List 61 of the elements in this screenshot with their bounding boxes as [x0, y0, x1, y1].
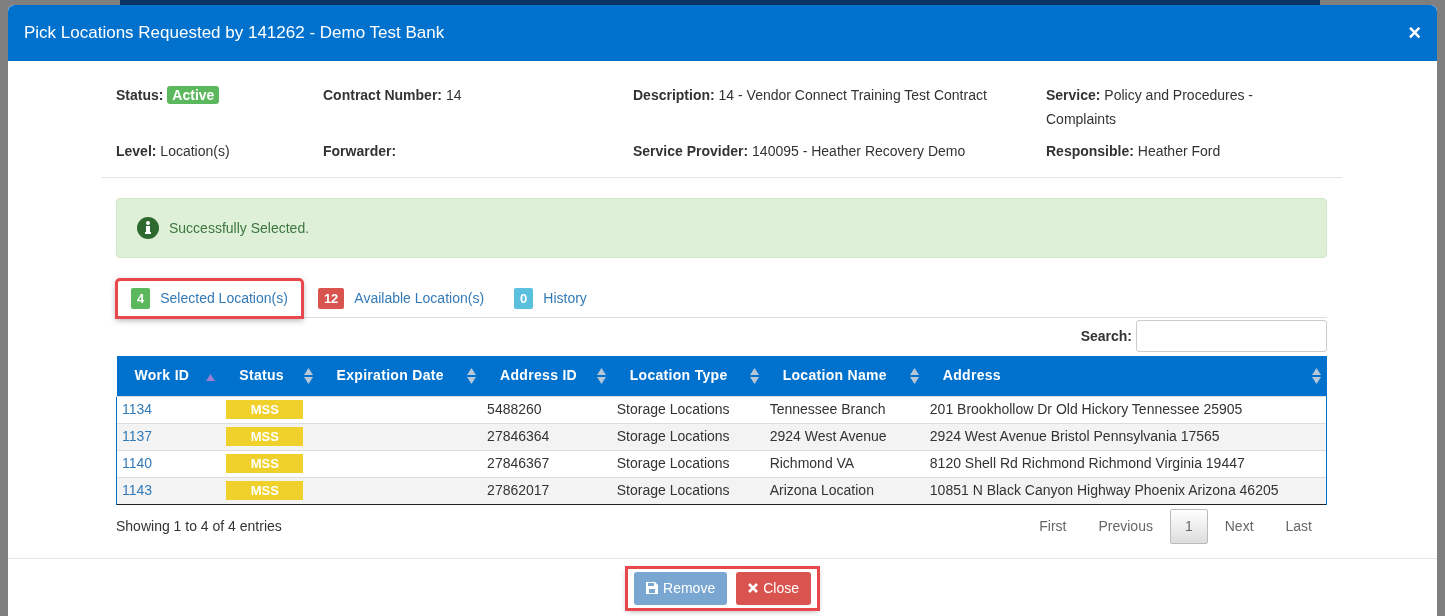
table-cell: 2924 West Avenue Bristol Pennsylvania 17565 — [929, 428, 1220, 444]
column-header[interactable]: Status — [221, 356, 319, 396]
work-id-link[interactable]: 1143 — [122, 482, 153, 498]
status-badge: Active — [167, 86, 220, 104]
tab[interactable]: 12 Available Location(s) — [302, 278, 500, 318]
table-cell: 201 Brookhollow Dr Old Hickory Tennessee 25905 — [929, 401, 1243, 417]
detail-field: Service: Policy and Procedures - Complaints — [1046, 83, 1306, 131]
detail-field: Service Provider: 140095 - Heather Recovery Demo — [633, 139, 1046, 163]
status-badge: MSS — [226, 481, 304, 500]
table-cell: 10851 N Black Canyon Highway Phoenix Arizona 46205 — [929, 482, 1279, 498]
count-badge: 12 — [317, 287, 345, 309]
column-header[interactable]: Location Type — [611, 356, 765, 396]
close-button[interactable]: × — [1408, 22, 1421, 44]
page-button[interactable]: 1 — [1169, 508, 1208, 544]
status-badge: MSS — [226, 427, 304, 446]
modal-title: Pick Locations Requested by 141262 - Demo Test Bank — [24, 22, 445, 45]
tab[interactable]: 0 History — [499, 278, 602, 318]
detail-field: Responsible: Heather Ford — [1046, 139, 1306, 163]
table-cell: 5488260 — [487, 401, 542, 417]
work-id-link[interactable]: 1134 — [122, 401, 153, 417]
close-icon — [748, 583, 759, 593]
column-header[interactable]: Location Name — [764, 356, 925, 396]
count-badge: 0 — [514, 287, 534, 309]
table-cell: Storage Locations — [616, 482, 730, 498]
tab[interactable]: 4 Selected Location(s) — [116, 278, 303, 318]
page-button[interactable]: Previous — [1083, 508, 1168, 544]
status-badge: MSS — [226, 400, 304, 419]
detail-field: Level: Location(s) — [116, 139, 323, 163]
close-button[interactable]: Close — [736, 571, 811, 605]
search-label: Search: — [1080, 326, 1132, 346]
table-cell: Storage Locations — [616, 455, 730, 471]
table-cell: 27862017 — [487, 482, 550, 498]
detail-field: Forwarder: — [323, 139, 633, 163]
table-cell: Arizona Location — [769, 482, 874, 498]
count-badge: 4 — [131, 287, 151, 309]
column-header[interactable]: Address ID — [482, 356, 612, 396]
table-cell: 27846367 — [487, 455, 550, 471]
page-button[interactable]: First — [1024, 508, 1082, 544]
work-id-link[interactable]: 1140 — [122, 455, 153, 471]
info-icon — [137, 217, 159, 239]
column-header[interactable]: Address — [924, 356, 1327, 396]
table-cell: 27846364 — [487, 428, 550, 444]
page-button[interactable]: Last — [1270, 508, 1327, 544]
search-field[interactable] — [1136, 320, 1327, 352]
table-cell: Tennessee Branch — [769, 401, 886, 417]
table-cell: Storage Locations — [616, 428, 730, 444]
remove-button[interactable]: Remove — [634, 571, 728, 605]
entries-info: Showing 1 to 4 of 4 entries — [116, 516, 282, 536]
work-id-link[interactable]: 1137 — [122, 428, 153, 444]
column-header[interactable]: Expiration Date — [318, 356, 483, 396]
field-label: Status: — [116, 87, 164, 103]
detail-field: Description: 14 - Vendor Connect Training Test Contract — [633, 83, 1046, 131]
table-cell: 8120 Shell Rd Richmond Richmond Virginia 19447 — [929, 455, 1245, 471]
table-cell: Richmond VA — [769, 455, 855, 471]
column-header[interactable]: Work ID — [116, 356, 222, 396]
table-cell: 2924 West Avenue — [769, 428, 887, 444]
detail-field: Contract Number: 14 — [323, 83, 633, 131]
alert-message: Successfully Selected. — [169, 218, 310, 238]
status-badge: MSS — [226, 454, 304, 473]
page-button[interactable]: Next — [1209, 508, 1269, 544]
table-cell: Storage Locations — [616, 401, 730, 417]
